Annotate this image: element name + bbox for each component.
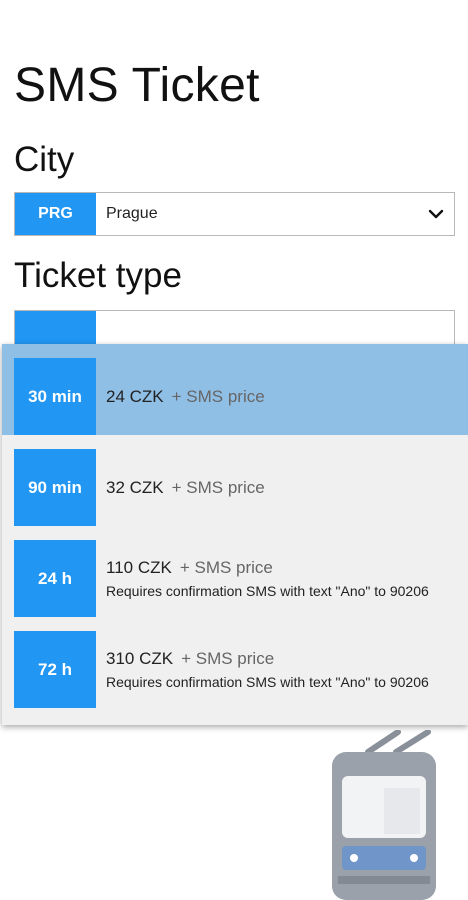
- page-title: SMS Ticket: [14, 59, 260, 112]
- price-line: 32 CZK + SMS price: [106, 478, 456, 498]
- option-text: 32 CZK + SMS price: [106, 449, 456, 526]
- chevron-down-icon: [418, 193, 454, 235]
- ticket-type-dropdown: 30 min 24 CZK + SMS price 90 min 32 CZK + …: [2, 344, 468, 725]
- option-text: 24 CZK + SMS price: [106, 358, 456, 435]
- duration-badge: 30 min: [14, 358, 96, 435]
- price: 310 CZK: [106, 648, 174, 668]
- sms-price-note: + SMS price: [171, 386, 265, 406]
- duration-badge: 90 min: [14, 449, 96, 526]
- option-text: 310 CZK + SMS price Requires confirmation…: [106, 631, 456, 708]
- trolleybus-icon: [328, 729, 468, 900]
- city-label: City: [14, 140, 75, 179]
- price: 24 CZK: [106, 386, 164, 406]
- ticket-option-90min[interactable]: 90 min 32 CZK + SMS price: [2, 435, 468, 526]
- option-text: 110 CZK + SMS price Requires confirmation…: [106, 540, 456, 617]
- screen: SMS Ticket City PRG Prague Ticket type 3…: [0, 0, 468, 900]
- sms-price-note: + SMS price: [179, 557, 273, 577]
- duration-badge: 24 h: [14, 540, 96, 617]
- ticket-option-30min[interactable]: 30 min 24 CZK + SMS price: [2, 344, 468, 435]
- confirmation-note: Requires confirmation SMS with text "Ano…: [106, 673, 429, 690]
- city-value: Prague: [106, 205, 158, 222]
- price: 32 CZK: [106, 477, 164, 497]
- ticket-option-24h[interactable]: 24 h 110 CZK + SMS price Requires confirm…: [2, 526, 468, 617]
- price: 110 CZK: [106, 557, 172, 577]
- sms-price-note: + SMS price: [181, 648, 275, 668]
- city-code-badge: PRG: [15, 193, 96, 235]
- confirmation-note: Requires confirmation SMS with text "Ano…: [106, 582, 429, 599]
- city-select[interactable]: PRG Prague: [14, 192, 455, 236]
- ticket-option-72h[interactable]: 72 h 310 CZK + SMS price Requires confirm…: [2, 617, 468, 708]
- price-line: 24 CZK + SMS price: [106, 387, 456, 407]
- sms-price-note: + SMS price: [171, 477, 265, 497]
- price-line: 110 CZK + SMS price: [106, 558, 456, 578]
- price-line: 310 CZK + SMS price: [106, 649, 456, 669]
- ticket-type-label: Ticket type: [14, 256, 182, 295]
- duration-badge: 72 h: [14, 631, 96, 708]
